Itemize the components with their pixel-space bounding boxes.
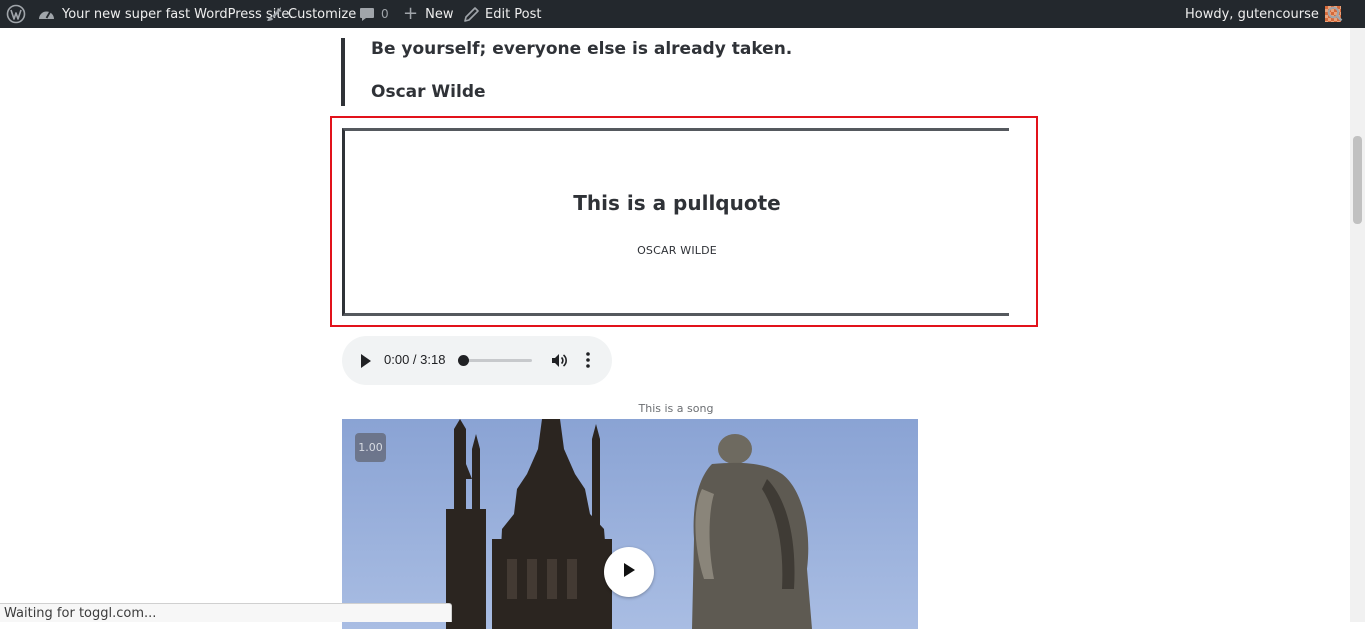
scrollbar-thumb[interactable] xyxy=(1353,136,1362,224)
audio-seek-handle[interactable] xyxy=(458,355,469,366)
customize-link[interactable]: Customize xyxy=(266,0,356,28)
pullquote-text: This is a pullquote xyxy=(573,191,781,215)
pullquote-citation: OSCAR WILDE xyxy=(637,244,717,257)
blockquote-citation: Oscar Wilde xyxy=(371,82,486,102)
video-frame-image xyxy=(446,419,812,629)
audio-time: 0:00 / 3:18 xyxy=(384,352,446,367)
howdy-label: Howdy, gutencourse xyxy=(1185,6,1319,22)
brush-icon xyxy=(266,6,282,22)
play-icon xyxy=(622,562,636,582)
play-icon[interactable] xyxy=(360,353,372,372)
pullquote: This is a pullquote OSCAR WILDE xyxy=(342,128,1009,316)
edit-post-link[interactable]: Edit Post xyxy=(464,0,542,28)
blockquote-text: Be yourself; everyone else is already ta… xyxy=(371,39,793,59)
my-account-menu[interactable]: Howdy, gutencourse xyxy=(1185,0,1341,28)
comments-link[interactable]: 0 xyxy=(359,0,389,28)
site-name-menu[interactable]: Your new super fast WordPress site. xyxy=(38,0,294,28)
new-content-menu[interactable]: + New xyxy=(403,0,453,28)
blockquote-border xyxy=(341,38,345,106)
playback-speed-badge[interactable]: 1.00 xyxy=(355,433,386,462)
comment-bubble-icon xyxy=(359,7,375,22)
audio-caption: This is a song xyxy=(638,402,714,415)
page-scrollbar[interactable] xyxy=(1350,28,1365,622)
plus-icon: + xyxy=(403,3,419,24)
browser-status-bar: Waiting for toggl.com... xyxy=(0,603,452,622)
site-name: Your new super fast WordPress site. xyxy=(62,6,294,22)
video-play-button[interactable] xyxy=(604,547,654,597)
customize-label: Customize xyxy=(288,6,357,22)
search-icon[interactable] xyxy=(1327,0,1343,28)
audio-player: 0:00 / 3:18 xyxy=(342,336,612,385)
pencil-icon xyxy=(464,6,479,22)
wordpress-logo-icon[interactable] xyxy=(6,0,26,28)
audio-seek-bar[interactable] xyxy=(462,359,532,362)
video-player[interactable]: 1.00 xyxy=(342,419,918,629)
edit-post-label: Edit Post xyxy=(485,6,542,22)
admin-bar: Your new super fast WordPress site. Cust… xyxy=(0,0,1365,28)
volume-icon[interactable] xyxy=(551,352,568,373)
more-options-icon[interactable] xyxy=(586,352,590,372)
dashboard-icon xyxy=(38,7,55,21)
new-label: New xyxy=(425,6,454,22)
comments-count: 0 xyxy=(381,7,389,21)
